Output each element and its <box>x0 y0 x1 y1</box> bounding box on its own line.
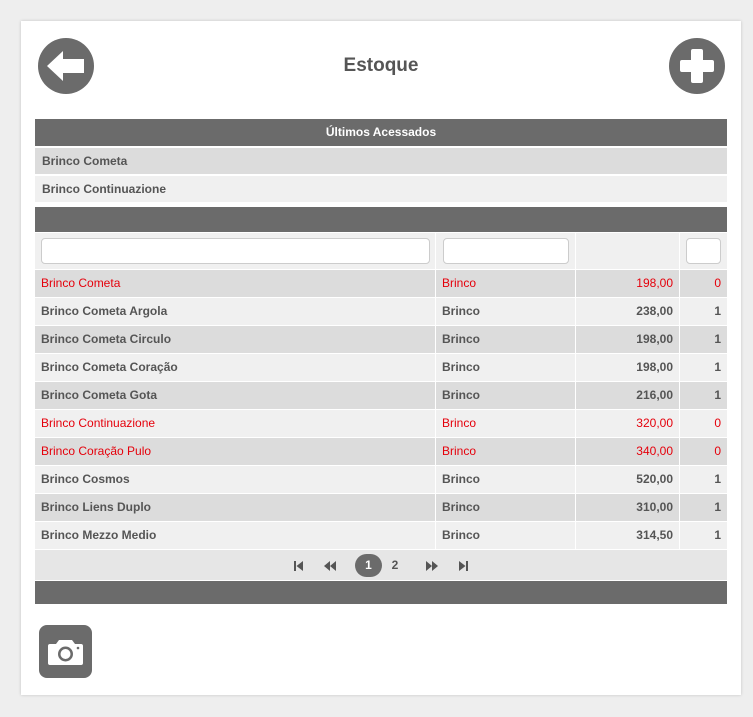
add-button[interactable] <box>669 38 725 94</box>
item-price: 198,00 <box>576 354 680 381</box>
page-1-button[interactable]: 1 <box>355 554 382 577</box>
item-price: 238,00 <box>576 298 680 325</box>
table-row[interactable]: Brinco Cometa Brinco 198,00 0 <box>35 270 727 297</box>
camera-button[interactable] <box>39 625 92 678</box>
item-stock: 1 <box>714 528 721 542</box>
item-category: Brinco <box>436 354 576 381</box>
item-name: Brinco Cometa Coração <box>35 354 436 381</box>
item-name: Brinco Cometa Argola <box>35 298 436 325</box>
item-price: 314,50 <box>576 522 680 549</box>
item-category: Brinco <box>436 438 576 465</box>
first-page-icon <box>294 560 303 571</box>
previous-page-icon <box>324 560 336 571</box>
inventory-panel: Estoque Últimos Acessados Brinco Cometa … <box>21 21 741 695</box>
plus-icon <box>680 49 714 83</box>
item-category: Brinco <box>436 298 576 325</box>
table-row[interactable]: Brinco Cometa Gota Brinco 216,00 1 <box>35 382 727 409</box>
item-category: Brinco <box>436 270 576 297</box>
item-price: 340,00 <box>576 438 680 465</box>
table-row[interactable]: Brinco Continuazione Brinco 320,00 0 <box>35 410 727 437</box>
table-row[interactable]: Brinco Liens Duplo Brinco 310,00 1 <box>35 494 727 521</box>
item-stock: 0 <box>714 444 721 458</box>
item-price: 216,00 <box>576 382 680 409</box>
table-row[interactable]: Brinco Cosmos Brinco 520,00 1 <box>35 466 727 493</box>
item-category: Brinco <box>436 326 576 353</box>
item-stock: 0 <box>714 276 721 290</box>
item-stock: 1 <box>714 500 721 514</box>
table-row[interactable]: Brinco Coração Pulo Brinco 340,00 0 <box>35 438 727 465</box>
item-name: Brinco Liens Duplo <box>35 494 436 521</box>
previous-page-button[interactable] <box>319 550 341 580</box>
recent-item[interactable]: Brinco Continuazione <box>35 176 727 202</box>
item-stock: 1 <box>714 360 721 374</box>
item-price: 198,00 <box>576 326 680 353</box>
item-category: Brinco <box>436 466 576 493</box>
last-page-icon <box>459 560 468 571</box>
first-page-button[interactable] <box>289 550 307 580</box>
category-filter-input[interactable] <box>443 238 569 264</box>
item-stock: 0 <box>714 416 721 430</box>
camera-icon <box>48 640 83 665</box>
table-footer-bar <box>35 581 727 604</box>
item-category: Brinco <box>436 410 576 437</box>
table-row[interactable]: Brinco Cometa Argola Brinco 238,00 1 <box>35 298 727 325</box>
item-name: Brinco Continuazione <box>35 410 436 437</box>
table-row[interactable]: Brinco Cometa Circulo Brinco 198,00 1 <box>35 326 727 353</box>
item-category: Brinco <box>436 382 576 409</box>
recent-access-list: Últimos Acessados Brinco Cometa Brinco C… <box>35 119 727 202</box>
item-name: Brinco Mezzo Medio <box>35 522 436 549</box>
item-name: Brinco Coração Pulo <box>35 438 436 465</box>
filter-row <box>35 233 727 269</box>
recent-item[interactable]: Brinco Cometa <box>35 148 727 174</box>
stock-table: Brinco Cometa Brinco 198,00 0 Brinco Com… <box>35 207 727 604</box>
item-stock: 1 <box>714 472 721 486</box>
item-price: 198,00 <box>576 270 680 297</box>
item-name: Brinco Cometa <box>35 270 436 297</box>
item-name: Brinco Cometa Gota <box>35 382 436 409</box>
table-row[interactable]: Brinco Cometa Coração Brinco 198,00 1 <box>35 354 727 381</box>
item-stock: 1 <box>714 304 721 318</box>
item-name: Brinco Cometa Circulo <box>35 326 436 353</box>
item-category: Brinco <box>436 494 576 521</box>
page-title: Estoque <box>343 55 419 76</box>
item-price: 520,00 <box>576 466 680 493</box>
item-price: 320,00 <box>576 410 680 437</box>
item-price: 310,00 <box>576 494 680 521</box>
recent-access-header: Últimos Acessados <box>35 119 727 146</box>
stock-filter-input[interactable] <box>686 238 721 264</box>
name-filter-input[interactable] <box>41 238 430 264</box>
next-page-icon <box>426 560 438 571</box>
item-category: Brinco <box>436 522 576 549</box>
table-header-bar <box>35 207 727 232</box>
item-stock: 1 <box>714 332 721 346</box>
next-page-button[interactable] <box>421 550 443 580</box>
page-2-button[interactable]: 2 <box>386 550 404 580</box>
item-name: Brinco Cosmos <box>35 466 436 493</box>
last-page-button[interactable] <box>455 550 473 580</box>
pagination: 1 2 <box>35 550 727 580</box>
item-stock: 1 <box>714 388 721 402</box>
table-row[interactable]: Brinco Mezzo Medio Brinco 314,50 1 <box>35 522 727 549</box>
